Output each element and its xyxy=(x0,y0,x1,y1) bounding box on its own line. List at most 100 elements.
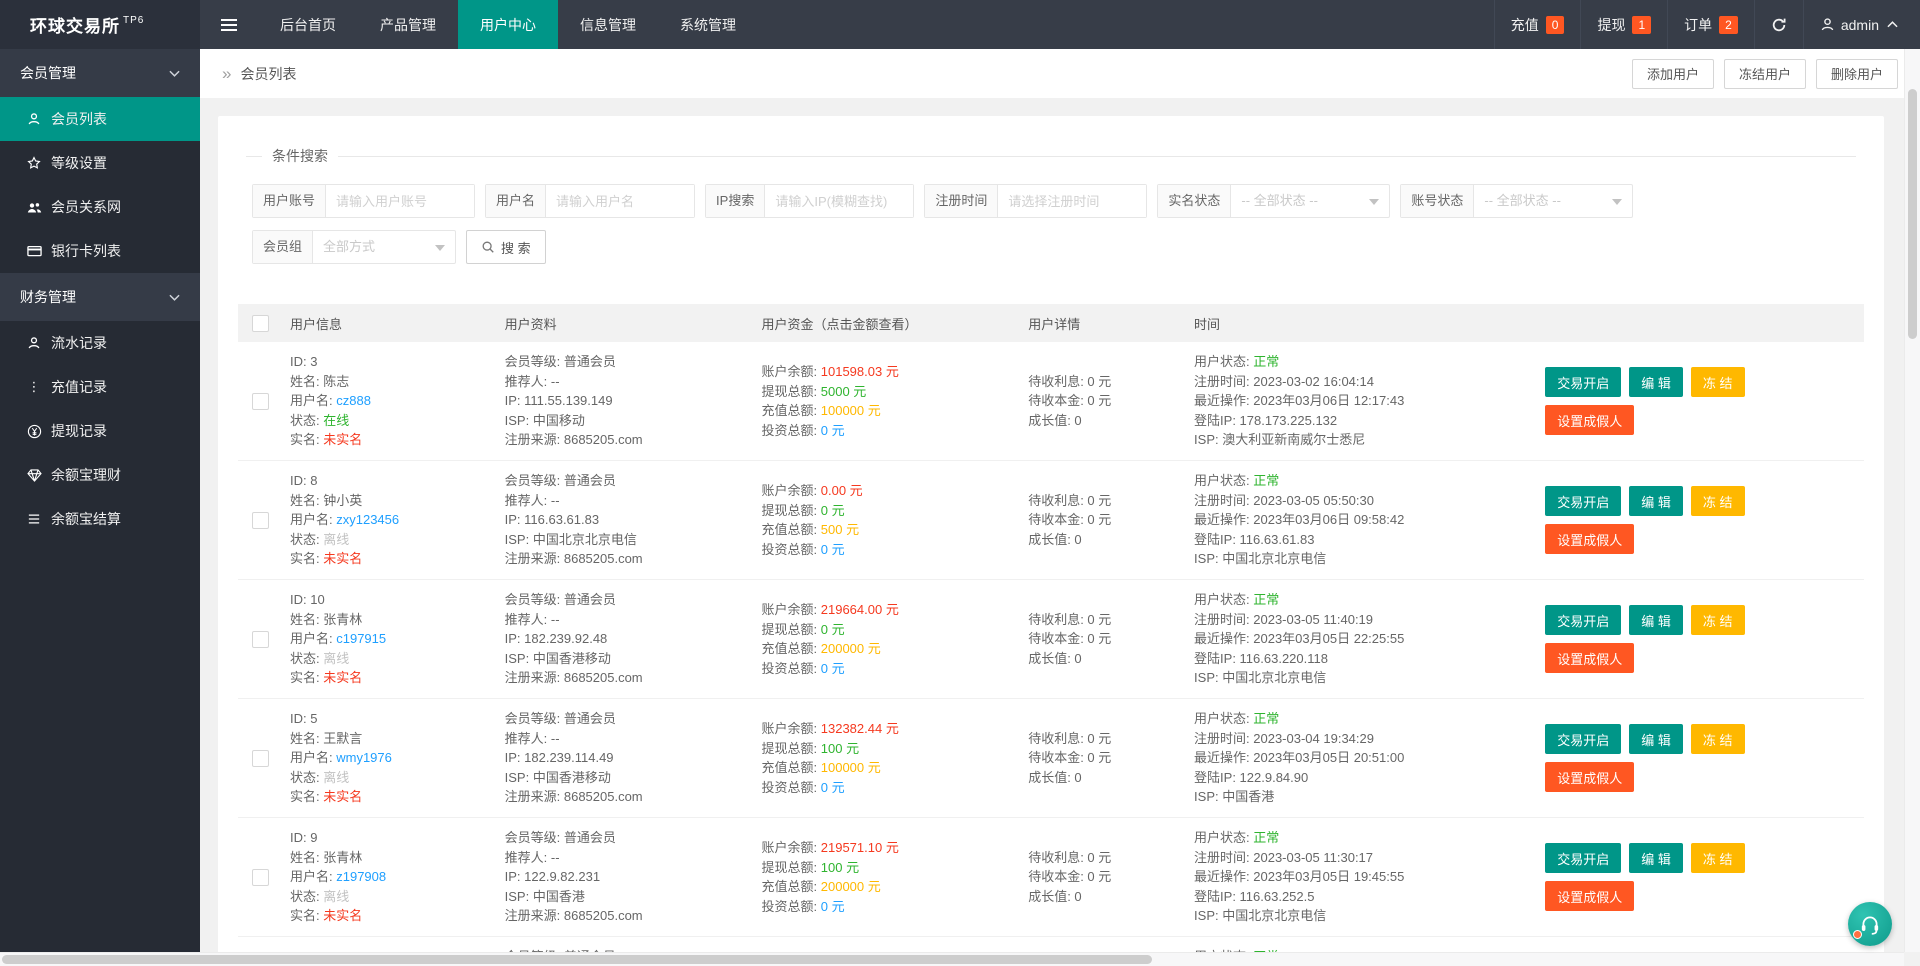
tab-products[interactable]: 产品管理 xyxy=(358,0,458,49)
vertical-scrollbar-thumb[interactable] xyxy=(1908,89,1917,339)
username-link[interactable]: cz888 xyxy=(336,393,371,408)
row-checkbox[interactable] xyxy=(251,630,269,648)
admin-user-menu[interactable]: admin xyxy=(1802,0,1920,49)
withdraw-total[interactable]: 100 元 xyxy=(821,741,859,756)
member-group-select[interactable]: 全部方式 xyxy=(313,231,455,263)
row-checkbox[interactable] xyxy=(251,392,269,410)
username-link[interactable]: z197908 xyxy=(336,869,386,884)
edit-button[interactable]: 编 辑 xyxy=(1629,843,1683,873)
recharge-count-badge: 0 xyxy=(1545,15,1565,34)
edit-button[interactable]: 编 辑 xyxy=(1629,724,1683,754)
set-fake-button[interactable]: 设置成假人 xyxy=(1545,524,1635,554)
refresh-icon xyxy=(1771,17,1787,33)
recharge-stat[interactable]: 充值 0 xyxy=(1493,0,1581,49)
freeze-user-button[interactable]: 冻结用户 xyxy=(1723,58,1806,89)
horizontal-scrollbar-thumb[interactable] xyxy=(2,955,1152,964)
invest-total[interactable]: 0 元 xyxy=(821,780,845,795)
trade-toggle-button[interactable]: 交易开启 xyxy=(1545,367,1622,397)
tab-user-center[interactable]: 用户中心 xyxy=(458,0,558,49)
account-search-input[interactable] xyxy=(326,185,475,217)
account-status-select[interactable]: -- 全部状态 -- xyxy=(1474,185,1632,217)
withdraw-total[interactable]: 0 元 xyxy=(821,503,845,518)
customer-service-button[interactable] xyxy=(1848,902,1892,946)
search-button[interactable]: 搜 索 xyxy=(466,230,546,264)
withdraw-stat[interactable]: 提现 1 xyxy=(1580,0,1667,49)
freeze-button[interactable]: 冻 结 xyxy=(1690,843,1745,873)
sidebar-group-finance-mgmt[interactable]: 财务管理 xyxy=(0,273,200,321)
trade-toggle-button[interactable]: 交易开启 xyxy=(1545,486,1622,516)
last-operation-time: 2023年03月05日 20:51:00 xyxy=(1253,750,1405,766)
chevron-down-icon xyxy=(1369,199,1380,205)
sidebar-item-yuebao-invest[interactable]: 余额宝理财 xyxy=(0,453,200,497)
sidebar-group-label: 会员管理 xyxy=(20,65,76,81)
user-detail-cell: 待收利息: 0 元 待收本金: 0 元 成长值: 0 xyxy=(1028,373,1112,428)
recharge-total[interactable]: 100000 元 xyxy=(821,403,881,418)
freeze-button[interactable]: 冻 结 xyxy=(1690,724,1745,754)
invest-total[interactable]: 0 元 xyxy=(821,542,845,557)
balance-amount[interactable]: 219664.00 元 xyxy=(821,602,899,617)
edit-button[interactable]: 编 辑 xyxy=(1629,367,1683,397)
sidebar-item-flow-records[interactable]: 流水记录 xyxy=(0,321,200,365)
sidebar-item-withdraw-records[interactable]: 提现记录 xyxy=(0,409,200,453)
recharge-total[interactable]: 200000 元 xyxy=(821,641,881,656)
invest-total[interactable]: 0 元 xyxy=(821,423,845,438)
recharge-total[interactable]: 200000 元 xyxy=(821,879,881,894)
freeze-button[interactable]: 冻 结 xyxy=(1690,605,1745,635)
withdraw-total[interactable]: 5000 元 xyxy=(821,384,867,399)
row-checkbox[interactable] xyxy=(251,749,269,767)
withdraw-total[interactable]: 100 元 xyxy=(821,860,859,875)
balance-amount[interactable]: 0.00 元 xyxy=(821,483,863,498)
set-fake-button[interactable]: 设置成假人 xyxy=(1545,762,1635,792)
order-stat[interactable]: 订单 2 xyxy=(1667,0,1754,49)
sidebar-item-yuebao-settle[interactable]: 余额宝结算 xyxy=(0,497,200,541)
balance-amount[interactable]: 132382.44 元 xyxy=(821,721,899,736)
balance-amount[interactable]: 219571.10 元 xyxy=(821,840,899,855)
username-link[interactable]: zxy123456 xyxy=(336,512,399,527)
username-link[interactable]: wmy1976 xyxy=(336,750,392,765)
select-all-checkbox[interactable] xyxy=(251,314,269,332)
refresh-button[interactable] xyxy=(1753,0,1803,49)
sidebar-group-member-mgmt[interactable]: 会员管理 xyxy=(0,49,200,97)
realname-status-select[interactable]: -- 全部状态 -- xyxy=(1231,185,1389,217)
invest-total[interactable]: 0 元 xyxy=(821,899,845,914)
set-fake-button[interactable]: 设置成假人 xyxy=(1545,881,1635,911)
hamburger-menu-icon[interactable] xyxy=(200,0,258,49)
trade-toggle-button[interactable]: 交易开启 xyxy=(1545,605,1622,635)
withdraw-total[interactable]: 0 元 xyxy=(821,622,845,637)
delete-user-button[interactable]: 删除用户 xyxy=(1815,58,1898,89)
edit-button[interactable]: 编 辑 xyxy=(1629,605,1683,635)
tab-system[interactable]: 系统管理 xyxy=(658,0,758,49)
regtime-search-input[interactable] xyxy=(998,185,1147,217)
balance-amount[interactable]: 101598.03 元 xyxy=(821,364,899,379)
add-user-button[interactable]: 添加用户 xyxy=(1631,58,1714,89)
register-ip: 111.55.139.149 xyxy=(524,393,613,409)
header-user-info: 用户信息 xyxy=(290,316,343,332)
user-funds-cell: 账户余额: 0.00 元 提现总额: 0 元 充值总额: 500 元 投资总额:… xyxy=(761,483,863,557)
row-checkbox[interactable] xyxy=(251,868,269,886)
sidebar-item-level-settings[interactable]: 等级设置 xyxy=(0,141,200,185)
set-fake-button[interactable]: 设置成假人 xyxy=(1545,405,1635,435)
recharge-total[interactable]: 500 元 xyxy=(821,522,859,537)
tab-dashboard[interactable]: 后台首页 xyxy=(258,0,358,49)
username-search-input[interactable] xyxy=(546,185,695,217)
user-funds-cell: 账户余额: 132382.44 元 提现总额: 100 元 充值总额: 1000… xyxy=(761,721,899,795)
invest-total[interactable]: 0 元 xyxy=(821,661,845,676)
recharge-total[interactable]: 100000 元 xyxy=(821,760,881,775)
register-source: 8685205.com xyxy=(563,908,643,924)
ip-search-input[interactable] xyxy=(765,185,914,217)
freeze-button[interactable]: 冻 结 xyxy=(1690,367,1745,397)
username-link[interactable]: c197915 xyxy=(336,631,386,646)
register-source: 8685205.com xyxy=(563,789,643,805)
sidebar-item-member-network[interactable]: 会员关系网 xyxy=(0,185,200,229)
freeze-button[interactable]: 冻 结 xyxy=(1690,486,1745,516)
sidebar-item-recharge-records[interactable]: ⋮ 充值记录 xyxy=(0,365,200,409)
tab-information[interactable]: 信息管理 xyxy=(558,0,658,49)
trade-toggle-button[interactable]: 交易开启 xyxy=(1545,724,1622,754)
set-fake-button[interactable]: 设置成假人 xyxy=(1545,643,1635,673)
row-checkbox[interactable] xyxy=(251,511,269,529)
trade-toggle-button[interactable]: 交易开启 xyxy=(1545,843,1622,873)
edit-button[interactable]: 编 辑 xyxy=(1629,486,1683,516)
sidebar-item-bank-cards[interactable]: 银行卡列表 xyxy=(0,229,200,273)
breadcrumb-symbol: » xyxy=(222,63,232,83)
sidebar-item-member-list[interactable]: 会员列表 xyxy=(0,97,200,141)
